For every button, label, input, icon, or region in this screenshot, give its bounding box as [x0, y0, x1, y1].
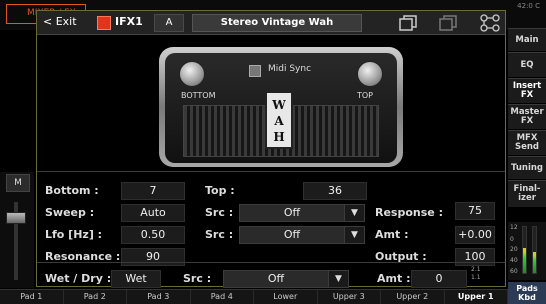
fx-slot-label: IFX1 [115, 15, 143, 28]
pedal-top-label: TOP [357, 91, 374, 100]
chevron-down-icon[interactable]: ▼ [328, 271, 348, 287]
top-label: Top : [205, 184, 235, 197]
top-footswitch-knob[interactable] [357, 61, 383, 87]
wah-logo: W A H [265, 91, 293, 149]
dropdown-value: Off [283, 206, 301, 219]
track-tab-upper-2[interactable]: Upper 2 [381, 290, 445, 304]
track-tab-pad-2[interactable]: Pad 2 [64, 290, 127, 304]
track-tab-pad-4[interactable]: Pad 4 [191, 290, 254, 304]
sweep-value[interactable]: Auto [121, 204, 185, 222]
fx-editor-dialog: < Exit IFX1 A Stereo Vintage Wah Midi Sy… [36, 10, 506, 288]
level-value: 2.1 [471, 266, 481, 273]
side-tab-insert-fx[interactable]: Insert FX [508, 78, 546, 104]
paste-icon[interactable] [437, 14, 459, 32]
logo-letter: A [274, 114, 284, 128]
src-label: Src : [183, 272, 212, 285]
pedal-bottom-label: BOTTOM [181, 91, 216, 100]
midi-sync-checkbox[interactable] [249, 65, 261, 77]
meter-scale-label: 60 [510, 268, 518, 275]
meter-scale-label: 0 [510, 236, 514, 243]
meter-right-fill [533, 252, 536, 273]
output-meter: 12 0 20 40 60 [508, 222, 546, 280]
amt-label: Amt : [375, 228, 409, 241]
bottom-label: Bottom : [45, 184, 99, 197]
side-tab-finalizer[interactable]: Final-izer [508, 180, 546, 208]
wet-dry-label: Wet / Dry : [45, 272, 112, 285]
side-tab-master-fx[interactable]: Master FX [508, 104, 546, 130]
src-label: Src : [205, 206, 234, 219]
top-value[interactable]: 36 [303, 182, 367, 200]
parameter-grid: Bottom : 7 Top : 36 Sweep : Auto Src : O… [37, 171, 505, 288]
track-tab-pad-1[interactable]: Pad 1 [0, 290, 64, 304]
level-value: 1.1 [471, 274, 481, 281]
lfo-src-dropdown[interactable]: Off ▼ [239, 226, 365, 244]
side-tab-tuning[interactable]: Tuning [508, 156, 546, 180]
dropdown-value: Off [283, 228, 301, 241]
bottom-track-bar: Pad 1 Pad 2 Pad 3 Pad 4 Lower Upper 3 Up… [0, 289, 508, 304]
pedal-body: Midi Sync BOTTOM TOP W A H [165, 53, 397, 163]
chevron-down-icon[interactable]: ▼ [344, 205, 364, 221]
meter-scale-label: 12 [510, 224, 518, 231]
track-tab-lower[interactable]: Lower [254, 290, 318, 304]
wah-pedal-image: Midi Sync BOTTOM TOP W A H [159, 47, 403, 167]
lfo-value[interactable]: 0.50 [121, 226, 185, 244]
dropdown-value: Off [267, 272, 285, 285]
lfo-label: Lfo [Hz] : [45, 228, 103, 241]
effect-name-field[interactable]: Stereo Vintage Wah [192, 14, 362, 32]
clock-readout: 42:0 C [517, 2, 540, 10]
fx-color-swatch [97, 16, 111, 30]
wet-dry-src-dropdown[interactable]: Off ▼ [223, 270, 349, 288]
pads-kbd-button[interactable]: Pads Kbd [508, 282, 546, 304]
track-tab-upper-1[interactable]: Upper 1 [445, 290, 508, 304]
sweep-label: Sweep : [45, 206, 95, 219]
fader-knob[interactable] [6, 212, 26, 224]
left-channel-strip: M [0, 172, 34, 288]
amt-label: Amt : [377, 272, 411, 285]
mini-level-readout: 2.1 1.1 [471, 266, 503, 284]
output-value[interactable]: 100 [455, 248, 495, 266]
sweep-src-dropdown[interactable]: Off ▼ [239, 204, 365, 222]
amt-value[interactable]: 0 [411, 270, 467, 288]
meter-left-channel [522, 226, 527, 274]
logo-letter: W [272, 98, 286, 112]
copy-icon[interactable] [397, 14, 419, 32]
routing-icon[interactable] [479, 14, 501, 32]
meter-scale-label: 40 [510, 257, 518, 264]
wet-dry-value[interactable]: Wet [111, 270, 161, 288]
bottom-footswitch-knob[interactable] [179, 61, 205, 87]
variation-a-button[interactable]: A [154, 14, 184, 32]
dialog-title-bar: < Exit IFX1 A Stereo Vintage Wah [37, 11, 505, 35]
meter-scale-label: 20 [510, 246, 518, 253]
meter-left-fill [523, 247, 526, 273]
amt-value[interactable]: +0.00 [455, 226, 495, 244]
response-label: Response : [375, 206, 443, 219]
bottom-value[interactable]: 7 [121, 182, 185, 200]
track-tab-upper-3[interactable]: Upper 3 [318, 290, 381, 304]
src-label: Src : [205, 228, 234, 241]
track-tab-pad-3[interactable]: Pad 3 [127, 290, 191, 304]
resonance-value[interactable]: 90 [121, 248, 185, 266]
mute-button[interactable]: M [6, 174, 30, 192]
midi-sync-label: Midi Sync [268, 64, 312, 74]
meter-right-channel [532, 226, 537, 274]
divider [37, 262, 505, 263]
side-tab-main[interactable]: Main [508, 28, 546, 52]
logo-letter: H [273, 130, 285, 144]
response-value[interactable]: 75 [455, 202, 495, 220]
side-tab-mfx-send[interactable]: MFX Send [508, 130, 546, 156]
side-tab-eq[interactable]: EQ [508, 52, 546, 78]
exit-button[interactable]: < Exit [43, 15, 77, 28]
chevron-down-icon[interactable]: ▼ [344, 227, 364, 243]
